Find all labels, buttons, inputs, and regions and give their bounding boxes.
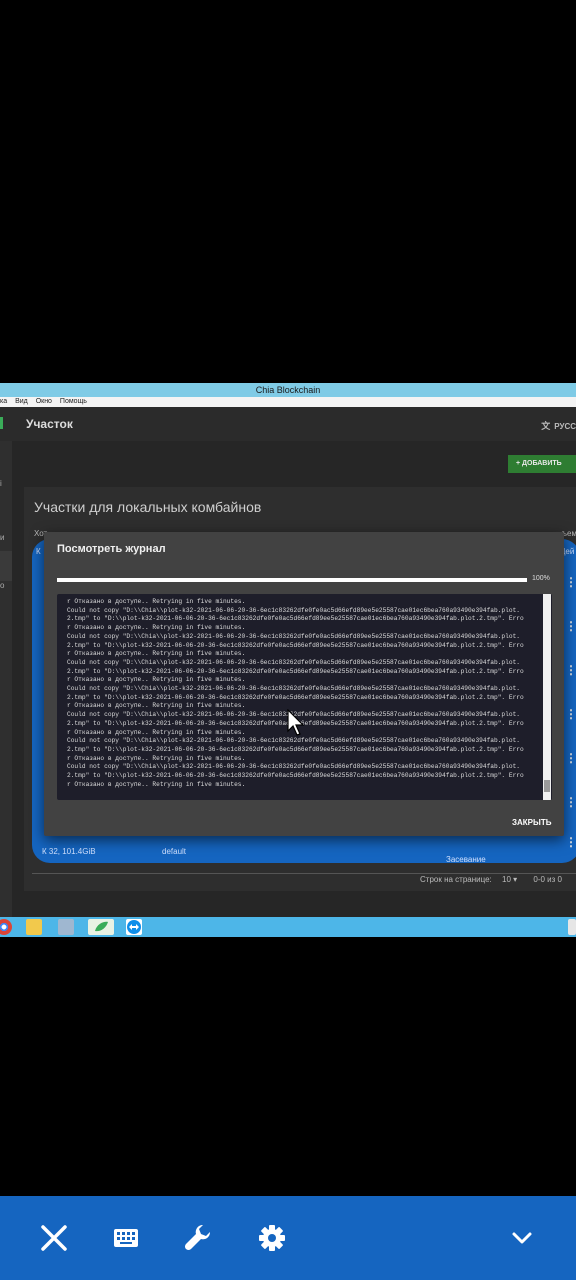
row-menu-icon[interactable]: ⋮ xyxy=(565,835,576,849)
remote-desktop-view: Chia Blockchain ка Вид Окно Помощь Участ… xyxy=(0,383,576,937)
side-nav-fragment: и xyxy=(0,533,5,542)
row-menu-icon[interactable]: ⋮ xyxy=(565,751,576,765)
chia-app: Участок 文 РУСС i и о + ДОБАВИТЬ Участки д… xyxy=(0,407,576,917)
add-plot-button[interactable]: + ДОБАВИТЬ xyxy=(508,455,576,473)
android-toolbar xyxy=(0,1196,576,1280)
menu-item-file[interactable]: ка xyxy=(0,398,7,405)
log-line: r Отказано в доступе.. Retrying in five … xyxy=(67,598,246,605)
log-line: Could not copy "D:\\Chia\\plot-k32-2021-… xyxy=(67,658,520,666)
pagination: Строк на странице: 10 ▾ 0-0 из 0 xyxy=(420,875,562,884)
log-text: r Отказано в доступе.. Retrying in five … xyxy=(67,598,539,789)
column-fragment-right: ъем xyxy=(562,529,576,538)
page-range: 0-0 из 0 xyxy=(533,875,562,884)
log-line: Could not copy "D:\\Chia\\plot-k32-2021-… xyxy=(67,737,520,745)
page-title: Участок xyxy=(26,417,73,431)
row-menu-icon[interactable]: ⋮ xyxy=(565,707,576,721)
teamviewer-icon[interactable] xyxy=(126,919,142,935)
app-header: Участок 文 РУСС xyxy=(0,407,576,441)
menu-bar: ка Вид Окно Помощь xyxy=(0,397,576,407)
chevron-down-icon[interactable] xyxy=(502,1218,542,1258)
log-line: 2.tmp" to "D:\\plot-k32-2021-06-06-20-36… xyxy=(67,641,524,649)
network-icon[interactable] xyxy=(58,919,74,935)
rows-per-page-label: Строк на странице: xyxy=(420,875,492,884)
side-nav-active-item[interactable] xyxy=(0,551,12,581)
tray-icon[interactable] xyxy=(568,919,576,935)
log-line: 2.tmp" to "D:\\plot-k32-2021-06-06-20-36… xyxy=(67,772,524,780)
log-line: Could not copy "D:\\Chia\\plot-k32-2021-… xyxy=(67,606,520,614)
log-line: 2.tmp" to "D:\\plot-k32-2021-06-06-20-36… xyxy=(67,693,524,701)
rows-per-page-value: 10 xyxy=(502,875,511,884)
log-line: r Отказано в доступе.. Retrying in five … xyxy=(67,624,246,632)
menu-item-window[interactable]: Окно xyxy=(36,398,52,405)
row-menu-icon[interactable]: ⋮ xyxy=(565,575,576,589)
side-nav-fragment: i xyxy=(0,479,2,488)
mouse-cursor-icon xyxy=(287,709,305,736)
log-line: 2.tmp" to "D:\\plot-k32-2021-06-06-20-36… xyxy=(67,667,524,675)
caret-down-icon: ▾ xyxy=(513,875,518,884)
progress-bar xyxy=(57,578,527,582)
close-icon[interactable] xyxy=(34,1218,74,1258)
windows-taskbar xyxy=(0,917,576,937)
chrome-icon[interactable] xyxy=(0,919,12,935)
language-selector[interactable]: 文 РУСС xyxy=(541,419,576,432)
menu-item-help[interactable]: Помощь xyxy=(60,398,87,405)
log-scrollbar[interactable] xyxy=(543,594,551,800)
progress-label: 100% xyxy=(532,575,550,582)
panel-title: Участки для локальных комбайнов xyxy=(34,499,262,515)
folder-icon[interactable] xyxy=(26,919,42,935)
settings-icon[interactable] xyxy=(252,1218,292,1258)
window-title: Chia Blockchain xyxy=(255,385,321,395)
side-nav: i и о xyxy=(0,441,12,917)
log-output[interactable]: r Отказано в доступе.. Retrying in five … xyxy=(57,594,552,800)
dialog-title: Посмотреть журнал xyxy=(57,543,166,555)
row-menu-icon[interactable]: ⋮ xyxy=(565,795,576,809)
log-line: r Отказано в доступе.. Retrying in five … xyxy=(67,754,246,762)
window-titlebar: Chia Blockchain xyxy=(0,383,576,397)
plot-pool: default xyxy=(162,847,187,856)
wrench-icon[interactable] xyxy=(178,1218,218,1258)
close-button[interactable]: ЗАКРЫТЬ xyxy=(512,818,551,827)
chia-icon[interactable] xyxy=(88,919,114,935)
table-divider xyxy=(32,873,576,874)
add-plot-label: + ДОБАВИТЬ xyxy=(516,460,562,467)
log-line: r Отказано в доступе.. Retrying in five … xyxy=(67,676,246,684)
rows-per-page-select[interactable]: 10 ▾ xyxy=(502,875,517,884)
log-scrollbar-thumb[interactable] xyxy=(544,780,550,792)
row-menu-icon[interactable]: ⋮ xyxy=(565,619,576,633)
language-label: РУСС xyxy=(554,422,576,431)
plot-status: Засевание xyxy=(446,855,486,864)
log-line: r Отказано в доступе.. Retrying in five … xyxy=(67,650,246,658)
side-nav-fragment: о xyxy=(0,581,5,590)
log-line: Could not copy "D:\\Chia\\plot-k32-2021-… xyxy=(67,632,520,640)
plot-size: К 32, 101.4GiB xyxy=(42,847,96,856)
log-line: Could not copy "D:\\Chia\\plot-k32-2021-… xyxy=(67,763,520,771)
log-line: 2.tmp" to "D:\\plot-k32-2021-06-06-20-36… xyxy=(67,615,524,623)
menu-item-view[interactable]: Вид xyxy=(15,398,28,405)
log-line: Could not copy "D:\\Chia\\plot-k32-2021-… xyxy=(67,685,520,693)
log-line: r Отказано в доступе.. Retrying in five … xyxy=(67,780,246,788)
app-logo-strip xyxy=(0,417,3,429)
keyboard-icon[interactable] xyxy=(106,1218,146,1258)
log-line: 2.tmp" to "D:\\plot-k32-2021-06-06-20-36… xyxy=(67,745,524,753)
column-header-fragment: К xyxy=(36,547,41,556)
view-log-dialog: Посмотреть журнал 100% r Отказано в дост… xyxy=(44,532,564,836)
row-menu-icon[interactable]: ⋮ xyxy=(565,663,576,677)
translate-icon: 文 xyxy=(541,421,551,431)
